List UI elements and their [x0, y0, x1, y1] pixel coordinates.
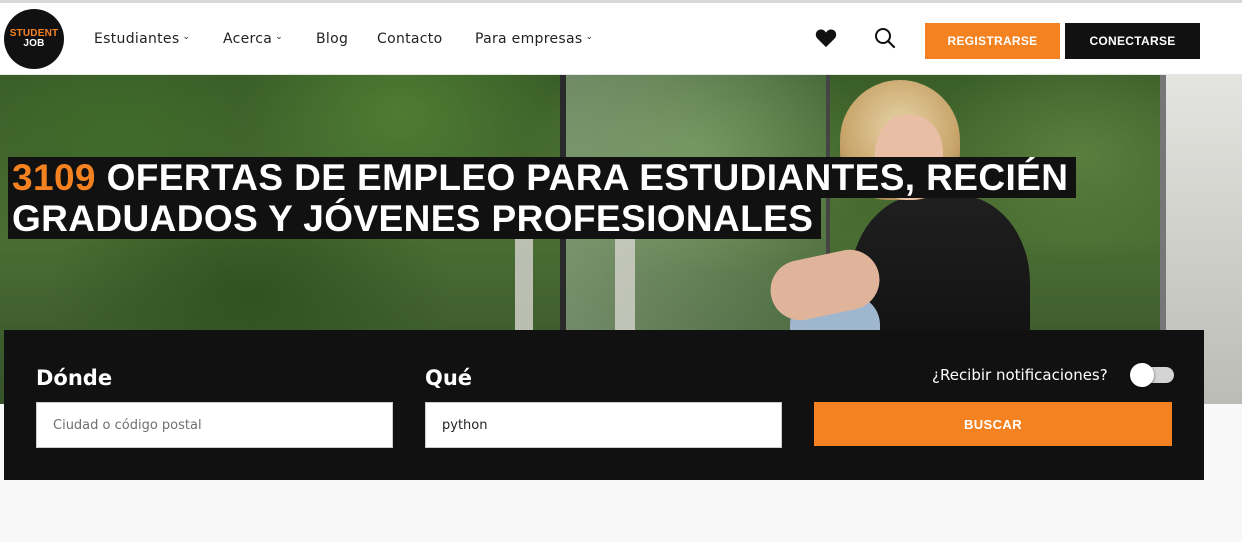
heart-icon[interactable]: [813, 25, 839, 51]
nav-item-estudiantes[interactable]: Estudiantes ⌄: [94, 3, 190, 75]
nav-label: Blog: [316, 31, 349, 47]
chevron-down-icon: ⌄: [182, 32, 191, 42]
headline-line-1: 3109 OFERTAS DE EMPLEO PARA ESTUDIANTES,…: [8, 157, 1077, 198]
nav-label: Para empresas: [475, 31, 583, 47]
search-icon[interactable]: [872, 25, 898, 51]
notifications-label: ¿Recibir notificaciones?: [932, 366, 1108, 384]
nav-item-acerca[interactable]: Acerca ⌄: [223, 3, 283, 75]
keyword-input[interactable]: python: [425, 402, 782, 448]
chevron-down-icon: ⌄: [275, 32, 284, 42]
what-label: Qué: [425, 366, 473, 390]
chevron-down-icon: ⌄: [585, 32, 594, 42]
headline-line-2: GRADUADOS Y JÓVENES PROFESIONALES: [8, 198, 822, 239]
nav-label: Estudiantes: [94, 31, 180, 47]
toggle-knob[interactable]: [1130, 363, 1154, 387]
logo-line2: JOB: [23, 38, 45, 49]
search-button[interactable]: BUSCAR: [814, 402, 1172, 446]
where-label: Dónde: [36, 366, 113, 390]
register-button[interactable]: REGISTRARSE: [925, 23, 1060, 59]
nav-item-blog[interactable]: Blog: [316, 3, 348, 75]
nav-label: Acerca: [223, 31, 273, 47]
hero-headline: 3109 OFERTAS DE EMPLEO PARA ESTUDIANTES,…: [8, 157, 1077, 239]
nav-item-para-empresas[interactable]: Para empresas ⌄: [475, 3, 593, 75]
job-count: 3109: [12, 157, 96, 198]
site-header: STUDENT JOB Estudiantes ⌄ Acerca ⌄ Blog …: [0, 3, 1242, 75]
nav-label: Contacto: [377, 31, 443, 47]
login-button[interactable]: CONECTARSE: [1065, 23, 1200, 59]
studentjob-logo[interactable]: STUDENT JOB: [4, 9, 64, 69]
headline-text-1: OFERTAS DE EMPLEO PARA ESTUDIANTES, RECI…: [95, 157, 1069, 198]
nav-item-contacto[interactable]: Contacto: [377, 3, 442, 75]
job-search-panel: Dónde Qué Ciudad o código postal python …: [4, 330, 1204, 480]
location-input[interactable]: Ciudad o código postal: [36, 402, 393, 448]
